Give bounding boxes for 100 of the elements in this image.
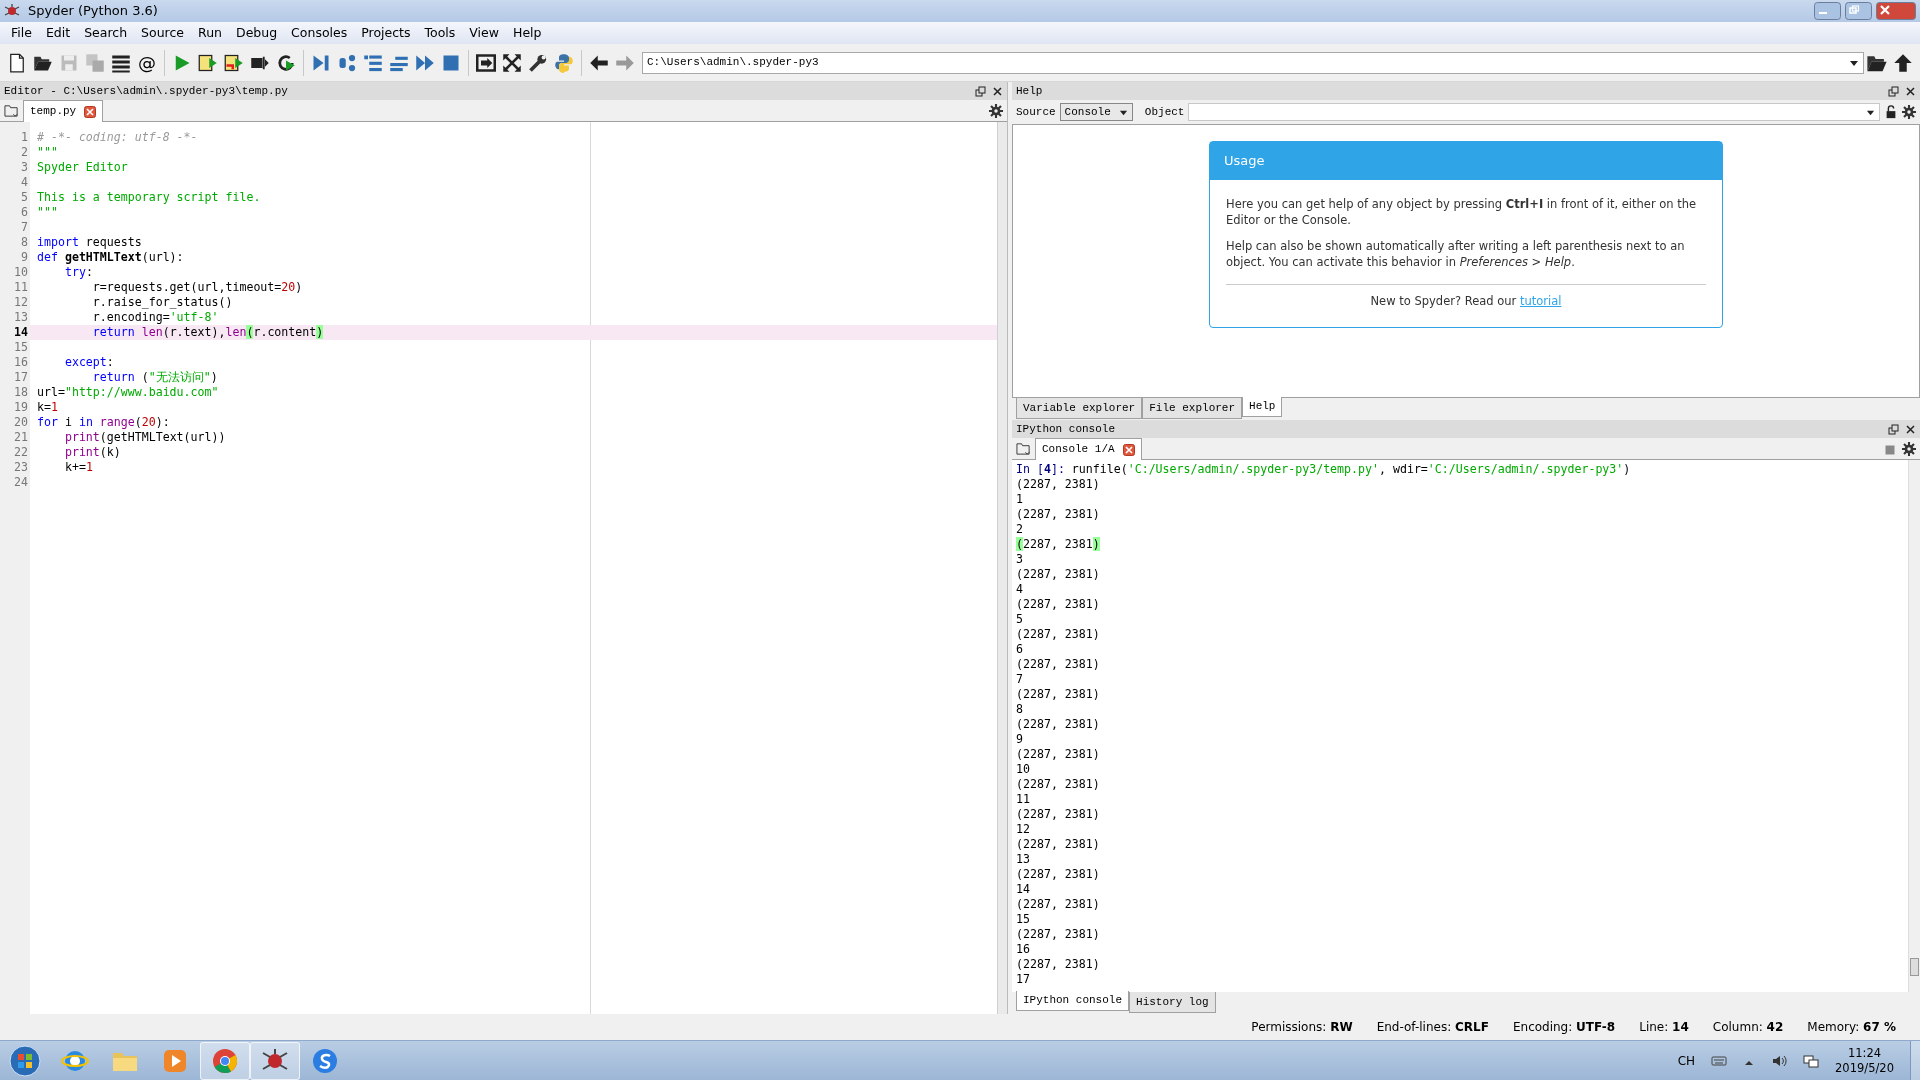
close-tab-icon[interactable] bbox=[1122, 443, 1135, 456]
menu-item[interactable]: File bbox=[4, 23, 39, 43]
network-icon[interactable] bbox=[1803, 1052, 1820, 1069]
line-number: 1 bbox=[20, 130, 28, 145]
console-line: (2287, 2381) bbox=[1016, 807, 1101, 822]
up-arrow-icon[interactable] bbox=[1893, 52, 1913, 73]
undock-icon[interactable] bbox=[1888, 85, 1899, 97]
status-item: Memory: 67 % bbox=[1807, 1019, 1896, 1036]
code-line: import requests bbox=[36, 235, 143, 250]
menu-item[interactable]: Source bbox=[134, 23, 192, 43]
app-icon[interactable] bbox=[311, 1046, 339, 1075]
scrollbar[interactable] bbox=[1908, 460, 1920, 992]
menu-item[interactable]: Projects bbox=[354, 23, 418, 43]
pane-tab[interactable]: Help bbox=[1242, 397, 1283, 417]
console-line: 14 bbox=[1016, 882, 1031, 897]
code-line: return ("无法访问") bbox=[91, 370, 219, 385]
menu-item[interactable]: Consoles bbox=[284, 23, 355, 43]
start-button[interactable] bbox=[9, 1044, 41, 1077]
source-dropdown[interactable]: Console bbox=[1059, 103, 1133, 121]
browser-icon[interactable] bbox=[211, 1046, 239, 1075]
line-number: 6 bbox=[20, 205, 28, 220]
code-line: """ bbox=[36, 205, 59, 220]
run-cell-icon[interactable] bbox=[198, 52, 218, 73]
file-tab[interactable]: temp.py bbox=[23, 100, 104, 122]
window-title: Spyder (Python 3.6) bbox=[28, 2, 158, 21]
at-button[interactable]: @ bbox=[134, 49, 160, 76]
pane-tab[interactable]: File explorer bbox=[1142, 398, 1243, 419]
code-line: url="http://www.baidu.com" bbox=[36, 385, 220, 400]
settings-icon[interactable] bbox=[1902, 105, 1916, 119]
console-line: 16 bbox=[1016, 942, 1031, 957]
object-field[interactable] bbox=[1188, 103, 1880, 121]
rerun-icon[interactable] bbox=[276, 52, 296, 73]
line-number: 4 bbox=[20, 175, 28, 190]
fullscreen-icon[interactable] bbox=[502, 52, 522, 73]
pane-tab[interactable]: Variable explorer bbox=[1016, 398, 1143, 419]
menu-item[interactable]: Run bbox=[191, 23, 229, 43]
pane-tab[interactable]: History log bbox=[1129, 992, 1216, 1013]
file-tab[interactable]: Console 1/A bbox=[1035, 438, 1142, 460]
line-number: 14 bbox=[13, 325, 28, 340]
console-line: 10 bbox=[1016, 762, 1031, 777]
path-field[interactable]: C:\Users\admin\.spyder-py3 bbox=[642, 51, 1864, 74]
code-line: r.raise_for_status() bbox=[91, 295, 234, 310]
console-line: 1 bbox=[1016, 492, 1024, 507]
menu-item[interactable]: Search bbox=[77, 23, 135, 43]
line-number: 20 bbox=[13, 415, 28, 430]
help-paragraph: Here you can get help of any object by pressing Ctrl+I in front of it, either on the Editor or the Console. bbox=[1226, 195, 1698, 228]
settings-icon[interactable] bbox=[1902, 442, 1916, 456]
console-line: 5 bbox=[1016, 612, 1024, 627]
settings-icon[interactable] bbox=[989, 104, 1003, 118]
run-cell-advance-icon[interactable] bbox=[224, 52, 244, 73]
close-icon[interactable] bbox=[992, 85, 1003, 97]
line-number: 18 bbox=[13, 385, 28, 400]
time-text: 11:24 bbox=[1846, 1045, 1883, 1061]
undock-icon[interactable] bbox=[1888, 423, 1899, 435]
undock-icon[interactable] bbox=[975, 85, 986, 97]
code-line: except: bbox=[63, 355, 115, 370]
step-icon[interactable] bbox=[337, 52, 357, 73]
console-line: 15 bbox=[1016, 912, 1031, 927]
console-line: (2287, 2381) bbox=[1016, 597, 1101, 612]
console-line: (2287, 2381) bbox=[1016, 717, 1101, 732]
line-number: 11 bbox=[13, 280, 28, 295]
browse-tabs-icon[interactable] bbox=[1016, 441, 1031, 456]
console-line: 17 bbox=[1016, 972, 1031, 987]
console-line: (2287, 2381) bbox=[1016, 837, 1101, 852]
menu-item[interactable]: View bbox=[462, 23, 506, 43]
console-line: (2287, 2381) bbox=[1016, 927, 1101, 942]
menu-item[interactable]: Debug bbox=[229, 23, 285, 43]
close-button[interactable] bbox=[1876, 2, 1916, 20]
new-file-icon[interactable] bbox=[7, 52, 27, 73]
browse-tabs-icon[interactable] bbox=[4, 103, 19, 118]
pane-title: IPython console bbox=[1016, 421, 1117, 437]
lock-icon[interactable] bbox=[1884, 105, 1898, 119]
code-line: k+=1 bbox=[63, 460, 94, 475]
pane-title: Help bbox=[1016, 83, 1044, 99]
close-icon[interactable] bbox=[1905, 423, 1916, 435]
scrollbar[interactable] bbox=[997, 122, 1007, 1014]
pane-tab[interactable]: IPython console bbox=[1016, 991, 1130, 1011]
line-number: 3 bbox=[20, 160, 28, 175]
language-indicator[interactable]: CH bbox=[1677, 1051, 1696, 1070]
console-line: (2287, 2381) bbox=[1016, 777, 1101, 792]
menu-item[interactable]: Tools bbox=[417, 23, 463, 43]
maximize-pane-icon[interactable] bbox=[476, 52, 496, 73]
help-footer: New to Spyder? Read our tutorial bbox=[1226, 292, 1706, 309]
close-icon[interactable] bbox=[1905, 85, 1916, 97]
stop-icon[interactable] bbox=[1884, 444, 1896, 456]
status-item: Encoding: UTF-8 bbox=[1512, 1019, 1616, 1036]
menu-item[interactable]: Help bbox=[506, 23, 549, 43]
status-item: Permissions: RW bbox=[1251, 1019, 1353, 1036]
python-icon[interactable] bbox=[554, 52, 574, 73]
pane-title: Editor - C:\Users\admin\.spyder-py3\temp.py bbox=[4, 83, 289, 99]
status-item: End-of-lines: CRLF bbox=[1376, 1019, 1489, 1036]
card-heading: Usage bbox=[1210, 142, 1722, 180]
minimize-button[interactable] bbox=[1814, 2, 1841, 20]
menu-item[interactable]: Edit bbox=[38, 23, 78, 43]
path-text: C:\Users\admin\.spyder-py3 bbox=[647, 55, 820, 71]
close-tab-icon[interactable] bbox=[84, 105, 97, 118]
console-line: (2287, 2381) bbox=[1016, 657, 1101, 672]
restore-button[interactable] bbox=[1845, 2, 1872, 20]
code-line: k=1 bbox=[36, 400, 59, 415]
wrench-icon[interactable] bbox=[528, 52, 548, 73]
